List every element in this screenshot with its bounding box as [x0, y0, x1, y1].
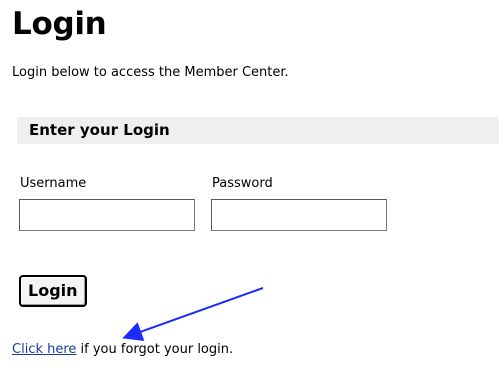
password-label: Password — [212, 176, 273, 191]
intro-text: Login below to access the Member Center. — [12, 65, 289, 80]
forgot-login-link[interactable]: Click here — [12, 342, 76, 357]
forgot-login-text: if you forgot your login. — [76, 342, 234, 357]
password-input[interactable] — [211, 199, 387, 231]
page-title: Login — [12, 6, 107, 42]
username-input[interactable] — [19, 199, 195, 231]
section-title: Enter your Login — [29, 121, 170, 139]
login-button[interactable]: Login — [19, 275, 87, 307]
username-label: Username — [20, 176, 87, 191]
login-section-header: Enter your Login — [17, 117, 499, 144]
forgot-login-line: Click here if you forgot your login. — [12, 341, 233, 359]
